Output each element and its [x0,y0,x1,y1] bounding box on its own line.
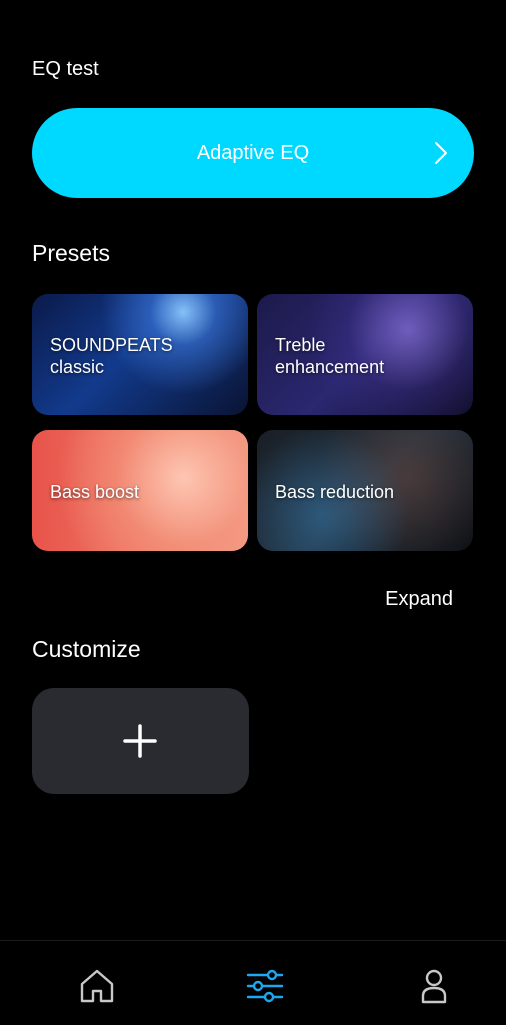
preset-card-soundpeats-classic[interactable]: SOUNDPEATS classic [32,294,248,415]
preset-card-bass-reduction[interactable]: Bass reduction [257,430,473,551]
plus-icon [123,724,157,758]
adaptive-eq-label: Adaptive EQ [196,141,310,164]
preset-title: Bass reduction [275,482,395,502]
customize-label: Customize [32,636,141,662]
equalizer-sliders-icon [246,969,284,1003]
nav-profile[interactable] [414,966,454,1006]
home-icon [80,969,114,1003]
chevron-right-icon [435,142,447,164]
nav-home[interactable] [77,966,117,1006]
expand-link[interactable]: Expand [385,588,453,611]
preset-card-treble-enhancement[interactable]: Treble enhancement [257,294,473,415]
bottom-nav [0,940,506,1025]
preset-title: SOUNDPEATS classic [50,335,173,377]
preset-title: Treble enhancement [275,335,385,377]
profile-icon [421,969,447,1004]
preset-card-bass-boost[interactable]: Bass boost [32,430,248,551]
add-custom-eq-button[interactable] [32,688,249,794]
adaptive-eq-button[interactable]: Adaptive EQ [32,108,474,198]
eq-test-label: EQ test [32,58,99,80]
nav-equalizer[interactable] [245,966,285,1006]
preset-title: Bass boost [50,482,140,502]
presets-label: Presets [32,240,110,266]
